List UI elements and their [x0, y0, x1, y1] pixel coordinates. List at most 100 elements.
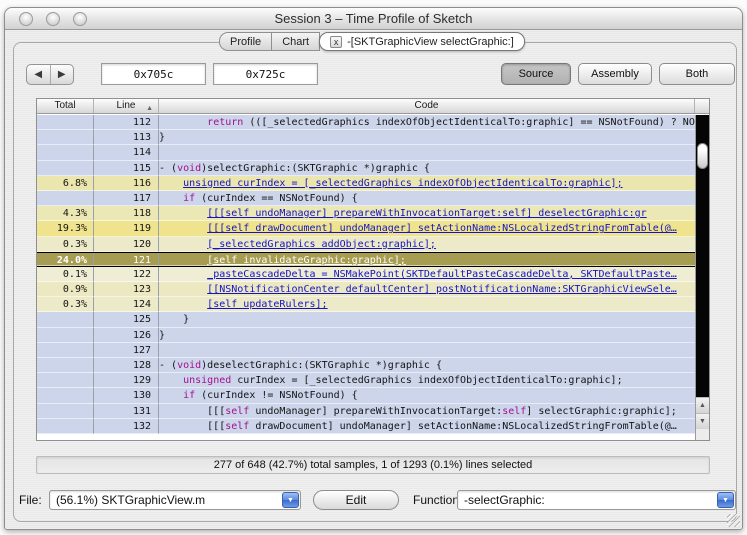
- edit-button[interactable]: Edit: [313, 490, 399, 510]
- total-percent-cell: [37, 418, 94, 434]
- code-cell: }: [159, 312, 695, 328]
- nav-back-button[interactable]: ◀: [27, 65, 51, 84]
- nav-forward-button[interactable]: ▶: [51, 65, 74, 84]
- line-number-cell: 114: [94, 145, 159, 161]
- total-percent-cell: 4.3%: [37, 206, 94, 222]
- line-number-cell: 121: [94, 252, 159, 266]
- file-dropdown-button[interactable]: ▼: [282, 492, 299, 508]
- code-cell: [[[self undoManager] prepareWithInvocati…: [159, 404, 695, 419]
- code-cell: unsigned curIndex = [_selectedGraphics i…: [159, 176, 695, 191]
- code-cell: [159, 343, 695, 358]
- code-cell: unsigned curIndex = [_selectedGraphics i…: [159, 373, 695, 389]
- column-header-code[interactable]: Code: [159, 99, 695, 113]
- line-number-cell: 125: [94, 312, 159, 328]
- code-cell: [[NSNotificationCenter defaultCenter] po…: [159, 282, 695, 298]
- column-header-total[interactable]: Total: [37, 99, 94, 113]
- code-row[interactable]: 132 [[[self drawDocument] undoManager] s…: [37, 418, 695, 434]
- scrollbar-header-stub: [695, 99, 709, 113]
- code-row[interactable]: 125 }: [37, 312, 695, 328]
- address-start-field[interactable]: [101, 63, 206, 85]
- scroll-up-button[interactable]: ▲: [696, 397, 709, 413]
- code-row[interactable]: 127: [37, 342, 695, 358]
- assembly-button[interactable]: Assembly: [578, 63, 652, 85]
- scroll-up-icon: ▲: [699, 402, 706, 409]
- total-percent-cell: [37, 312, 94, 328]
- total-percent-cell: [37, 373, 94, 389]
- total-percent-cell: [37, 403, 94, 419]
- vertical-scrollbar[interactable]: ▲ ▼: [695, 115, 709, 440]
- code-row[interactable]: 113 }: [37, 130, 695, 146]
- tab-profile[interactable]: Profile: [219, 32, 273, 51]
- tab-selected-label: -[SKTGraphicView selectGraphic:]: [347, 35, 514, 48]
- total-percent-cell: [37, 145, 94, 161]
- code-row[interactable]: 0.1% 122 _pasteCascadeDelta = NSMakePoin…: [37, 266, 695, 283]
- function-combobox-input[interactable]: [464, 492, 713, 508]
- tab-chart[interactable]: Chart: [272, 32, 321, 51]
- code-row[interactable]: 128 - (void)deselectGraphic:(SKTGraphic …: [37, 358, 695, 374]
- code-cell: [self updateRulers];: [159, 297, 695, 313]
- code-row[interactable]: 0.3% 120 [_selectedGraphics addObject:gr…: [37, 236, 695, 252]
- line-number-cell: 115: [94, 160, 159, 176]
- line-number-cell: 119: [94, 221, 159, 237]
- total-percent-cell: 0.3%: [37, 236, 94, 252]
- total-percent-cell: 24.0%: [37, 252, 94, 266]
- code-row[interactable]: 112 return (([_selectedGraphics indexOfO…: [37, 115, 695, 131]
- tab-selected-function[interactable]: x -[SKTGraphicView selectGraphic:]: [319, 32, 525, 51]
- scroll-down-button[interactable]: ▼: [696, 413, 709, 429]
- code-row[interactable]: 114: [37, 145, 695, 161]
- code-cell: [[[self drawDocument] undoManager] setAc…: [159, 419, 695, 434]
- code-cell: }: [159, 328, 695, 343]
- line-number-cell: 116: [94, 175, 159, 191]
- address-end-field[interactable]: [213, 63, 318, 85]
- code-cell: [159, 145, 695, 161]
- sort-ascending-icon: ▲: [146, 105, 153, 112]
- code-row[interactable]: 115 - (void)selectGraphic:(SKTGraphic *)…: [37, 160, 695, 176]
- code-cell: return (([_selectedGraphics indexOfObjec…: [159, 115, 695, 131]
- dropdown-arrow-icon: ▼: [722, 497, 729, 504]
- scrollbar-thumb[interactable]: [697, 143, 708, 169]
- column-header-line[interactable]: Line ▲: [94, 99, 159, 113]
- title-bar[interactable]: Session 3 – Time Profile of Sketch: [5, 8, 742, 30]
- code-cell: if (curIndex == NSNotFound) {: [159, 191, 695, 207]
- window-title: Session 3 – Time Profile of Sketch: [274, 11, 473, 26]
- code-row[interactable]: 131 [[[self undoManager] prepareWithInvo…: [37, 403, 695, 419]
- code-row[interactable]: 126 }: [37, 327, 695, 343]
- line-number-cell: 112: [94, 115, 159, 131]
- forward-icon: ▶: [57, 69, 66, 80]
- line-number-cell: 130: [94, 388, 159, 404]
- total-percent-cell: [37, 327, 94, 343]
- code-row[interactable]: 117 if (curIndex == NSNotFound) {: [37, 190, 695, 207]
- tab-close-icon[interactable]: x: [330, 35, 343, 48]
- code-cell: if (curIndex != NSNotFound) {: [159, 388, 695, 404]
- total-percent-cell: 0.1%: [37, 266, 94, 283]
- total-percent-cell: [37, 342, 94, 358]
- source-button[interactable]: Source: [501, 63, 571, 85]
- function-combobox[interactable]: ▼: [457, 490, 736, 510]
- code-cell: - (void)selectGraphic:(SKTGraphic *)grap…: [159, 161, 695, 176]
- code-row[interactable]: 130 if (curIndex != NSNotFound) {: [37, 388, 695, 404]
- code-row[interactable]: 4.3% 118 [[[self undoManager] prepareWit…: [37, 206, 695, 222]
- file-combobox-input[interactable]: [56, 492, 278, 508]
- line-number-cell: 131: [94, 403, 159, 419]
- history-nav-control: ◀ ▶: [26, 64, 74, 85]
- file-combobox[interactable]: ▼: [49, 490, 301, 510]
- code-cell: [[[self undoManager] prepareWithInvocati…: [159, 206, 695, 222]
- resize-grip[interactable]: [727, 514, 740, 527]
- status-bar: 277 of 648 (42.7%) total samples, 1 of 1…: [36, 456, 710, 474]
- scrollbar-track[interactable]: [696, 115, 709, 397]
- function-dropdown-button[interactable]: ▼: [717, 492, 734, 508]
- line-number-cell: 124: [94, 297, 159, 313]
- code-row[interactable]: 24.0% 121 [self invalidateGraphic:graphi…: [37, 251, 695, 267]
- total-percent-cell: [37, 388, 94, 404]
- code-row[interactable]: 129 unsigned curIndex = [_selectedGraphi…: [37, 373, 695, 389]
- code-row[interactable]: 0.9% 123 [[NSNotificationCenter defaultC…: [37, 282, 695, 298]
- code-row[interactable]: 0.3% 124 [self updateRulers];: [37, 297, 695, 313]
- code-cell: [[[self drawDocument] undoManager] setAc…: [159, 221, 695, 237]
- code-row[interactable]: 19.3% 119 [[[self drawDocument] undoMana…: [37, 221, 695, 237]
- total-percent-cell: 0.3%: [37, 297, 94, 313]
- line-number-cell: 126: [94, 327, 159, 343]
- both-button[interactable]: Both: [659, 63, 735, 85]
- function-label: Function:: [413, 493, 463, 507]
- code-row[interactable]: 6.8% 116 unsigned curIndex = [_selectedG…: [37, 175, 695, 191]
- code-cell: }: [159, 130, 695, 146]
